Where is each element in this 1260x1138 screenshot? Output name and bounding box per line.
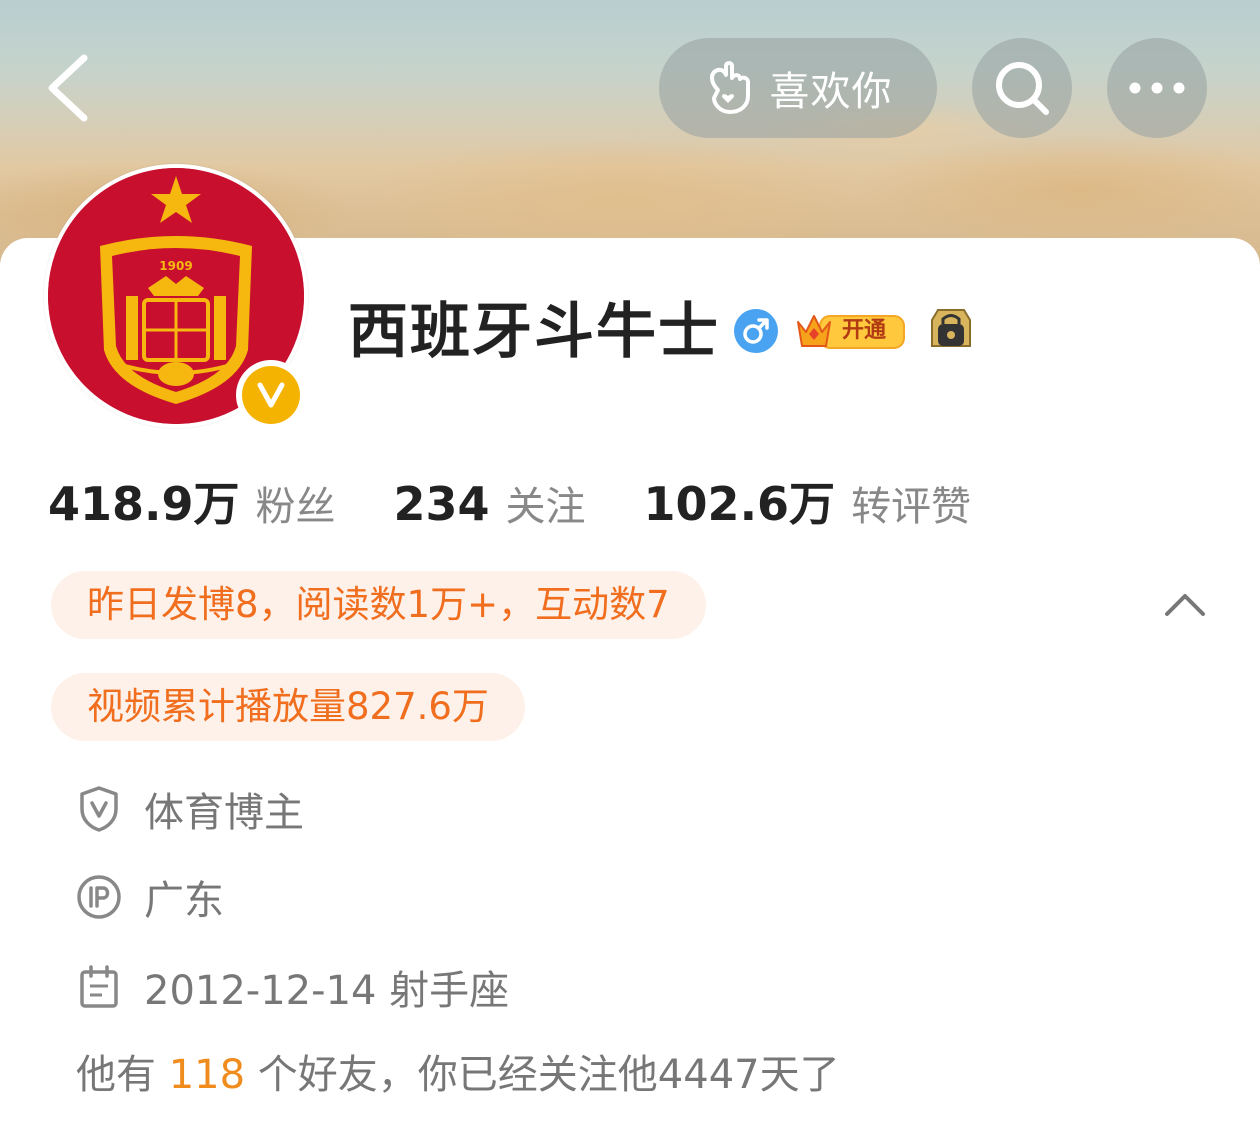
search-button[interactable] <box>972 38 1072 138</box>
like-you-button[interactable]: 喜欢你 <box>659 38 937 138</box>
back-button[interactable] <box>44 52 94 124</box>
profile-stats: 418.9万 粉丝 234 关注 102.6万 转评赞 <box>48 468 971 532</box>
verified-v-icon <box>257 382 285 408</box>
search-icon <box>996 62 1049 115</box>
following-count[interactable]: 234 <box>394 477 490 531</box>
ip-icon <box>76 874 122 920</box>
more-dots-icon <box>1129 82 1185 94</box>
chevron-up-icon <box>1165 594 1205 616</box>
calendar-icon <box>76 964 122 1010</box>
collapse-button[interactable] <box>1163 590 1207 624</box>
following-label[interactable]: 关注 <box>506 474 586 532</box>
male-icon <box>734 309 778 353</box>
ip-location-text: 广东 <box>144 878 224 924</box>
more-button[interactable] <box>1107 38 1207 138</box>
engagement-label: 转评赞 <box>851 484 972 530</box>
engagement-count: 102.6万 <box>643 477 836 531</box>
lock-badge <box>926 306 976 358</box>
category-row: 体育博主 <box>76 780 304 838</box>
lock-badge-icon <box>931 309 971 347</box>
category-text: 体育博主 <box>144 790 304 836</box>
birthday-row: 2012-12-14 射手座 <box>76 958 509 1016</box>
vip-open-badge[interactable]: 开通 <box>794 308 906 358</box>
vip-open-label: 开通 <box>842 318 887 343</box>
birthday-text: 2012-12-14 射手座 <box>144 968 510 1014</box>
chevron-left-icon <box>48 54 88 122</box>
video-plays-tag[interactable]: 视频累计播放量827.6万 <box>51 673 525 741</box>
avatar-year: 1909 <box>159 259 192 273</box>
activity-tag[interactable]: 昨日发博8，阅读数1万+，互动数7 <box>51 571 706 639</box>
verified-badge <box>236 360 306 430</box>
friends-suffix: 个好友，你已经关注他4447天了 <box>257 1052 840 1098</box>
hand-heart-icon <box>709 61 750 114</box>
followers-label[interactable]: 粉丝 <box>256 474 336 532</box>
friends-summary[interactable]: 他有 118 个好友，你已经关注他4447天了 <box>76 1042 840 1100</box>
gender-badge <box>733 308 779 358</box>
like-you-label: 喜欢你 <box>769 69 893 115</box>
friends-prefix: 他有 <box>76 1052 156 1098</box>
friends-count[interactable]: 118 <box>169 1052 245 1098</box>
profile-name: 西班牙斗牛士 <box>348 297 720 367</box>
followers-count[interactable]: 418.9万 <box>48 468 240 534</box>
ip-location-row: 广东 <box>76 868 224 926</box>
shield-v-icon <box>76 786 122 832</box>
